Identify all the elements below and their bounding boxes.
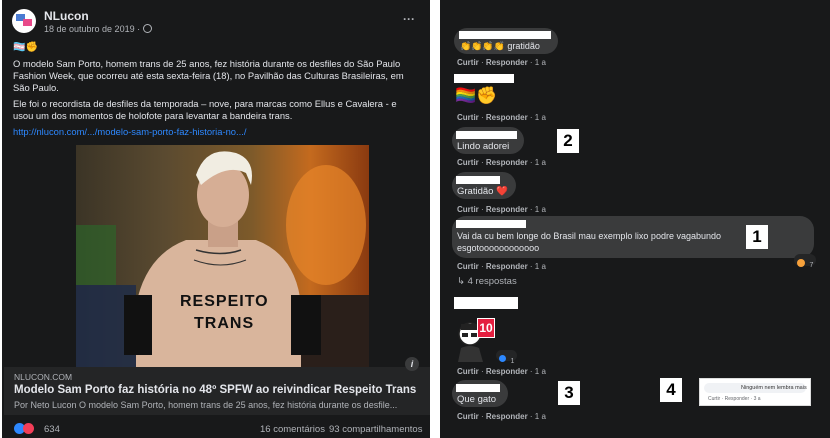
sticker-image[interactable]: 10 <box>453 316 499 362</box>
reply-action[interactable]: Responder <box>486 367 528 376</box>
like-action[interactable]: Curtir <box>457 262 479 271</box>
globe-icon <box>142 24 152 33</box>
comment-text-line1: Vai da cu bem longe do Brasil mau exempl… <box>457 231 721 241</box>
comment-actions[interactable]: Curtir · Responder · 1 a <box>457 262 546 271</box>
reaction-count: 1 <box>510 358 515 365</box>
comment-text-line2: esgotoooooooooooo <box>457 243 540 253</box>
model-photo <box>76 151 369 367</box>
redacted-name[interactable] <box>459 31 551 39</box>
reply-action[interactable]: Responder <box>486 58 528 67</box>
annotation-badge-1: 1 <box>746 225 768 249</box>
comments-count[interactable]: 16 comentários <box>260 424 325 435</box>
love-icon <box>23 423 34 434</box>
comment-actions[interactable]: Curtir · Responder · 1 a <box>457 158 546 167</box>
comment-actions[interactable]: Curtir · Responder · 1 a <box>457 205 546 214</box>
comment-time: 1 a <box>534 158 546 167</box>
page-avatar[interactable] <box>12 9 36 33</box>
comment-actions[interactable]: Curtir · Responder · 1 a <box>457 412 546 421</box>
facebook-post: NLucon 18 de outubro de 2019 · ··· 🏳️‍⚧️… <box>2 0 430 438</box>
redacted-name[interactable] <box>456 131 517 139</box>
inset-comment-text: Ninguém nem lembra mais <box>741 385 807 391</box>
view-replies-link[interactable]: ↳ 4 respostas <box>457 276 517 287</box>
flag-emojis: 🏳️‍⚧️✊ <box>13 42 38 53</box>
reply-action[interactable]: Responder <box>486 205 528 214</box>
comment-time: 1 a <box>534 113 546 122</box>
comment-time: 1 a <box>534 262 546 271</box>
image-text-line1: RESPEITO <box>180 293 269 310</box>
post-paragraph-1: O modelo Sam Porto, homem trans de 25 an… <box>13 58 404 93</box>
reply-action[interactable]: Responder <box>486 158 528 167</box>
comment-time: 1 a <box>534 205 546 214</box>
comment-time: 1 a <box>534 367 546 376</box>
comment-emojis: 🏳️‍🌈✊ <box>455 86 498 105</box>
comment-reactions[interactable]: 1 <box>496 350 518 365</box>
comment-actions[interactable]: Curtir · Responder · 1 a <box>457 367 546 376</box>
post-paragraph-2: Ele foi o recordista de desfiles da temp… <box>13 98 397 121</box>
post-link[interactable]: http://nlucon.com/.../modelo-sam-porto-f… <box>13 126 246 137</box>
like-action[interactable]: Curtir <box>457 58 479 67</box>
comment-actions[interactable]: Curtir · Responder · 1 a <box>457 58 546 67</box>
reply-arrow-icon: ↳ <box>457 276 468 287</box>
reactions-count[interactable]: 634 <box>44 424 60 435</box>
inset-comment-screenshot: Ninguém nem lembra mais Curtir · Respond… <box>699 378 811 406</box>
comment-time: 1 a <box>534 58 546 67</box>
reaction-count: 7 <box>809 262 814 269</box>
comment-reactions[interactable]: 7 <box>794 254 817 269</box>
comment-actions[interactable]: Curtir · Responder · 1 a <box>457 113 546 122</box>
image-text-line2: TRANS <box>194 315 255 332</box>
reaction-icons[interactable] <box>14 423 40 435</box>
redacted-name[interactable] <box>454 297 518 309</box>
like-action[interactable]: Curtir <box>457 367 479 376</box>
shares-count[interactable]: 93 compartilhamentos <box>329 424 422 435</box>
annotation-badge-2: 2 <box>557 129 579 153</box>
like-icon <box>499 355 506 363</box>
link-preview[interactable]: NLUCON.COM Modelo Sam Porto faz história… <box>4 357 430 415</box>
like-action[interactable]: Curtir <box>457 113 479 122</box>
comment-text: Gratidão ❤️ <box>457 186 508 197</box>
like-action[interactable]: Curtir <box>457 158 479 167</box>
sticker-number: 10 <box>477 318 495 338</box>
reply-action[interactable]: Responder <box>486 262 528 271</box>
like-action[interactable]: Curtir <box>457 412 479 421</box>
redacted-name[interactable] <box>456 220 526 228</box>
comment-time: 1 a <box>534 412 546 421</box>
info-icon[interactable]: i <box>405 357 419 371</box>
comment-text: Lindo adorei <box>457 141 510 152</box>
annotation-badge-4: 4 <box>660 378 682 402</box>
link-title[interactable]: Modelo Sam Porto faz história no 48º SPF… <box>14 384 416 396</box>
link-domain: NLUCON.COM <box>14 372 73 382</box>
post-date[interactable]: 18 de outubro de 2019 · <box>44 24 152 34</box>
redacted-name[interactable] <box>456 384 500 392</box>
annotation-badge-3: 3 <box>558 381 580 405</box>
reply-action[interactable]: Responder <box>486 412 528 421</box>
replies-count[interactable]: 4 respostas <box>468 276 517 287</box>
page-name[interactable]: NLucon <box>44 9 89 23</box>
like-action[interactable]: Curtir <box>457 205 479 214</box>
more-options-button[interactable]: ··· <box>403 12 415 26</box>
comments-panel: 👏👏👏👏 gratidão Curtir · Responder · 1 a 🏳… <box>440 0 830 438</box>
redacted-name[interactable] <box>454 74 514 83</box>
inset-comment-actions: Curtir · Responder · 3 a <box>708 396 761 402</box>
comment-text: Que gato <box>457 394 497 405</box>
angry-icon <box>797 258 805 267</box>
reply-action[interactable]: Responder <box>486 113 528 122</box>
comment-text: 👏👏👏👏 gratidão <box>460 41 540 51</box>
redacted-name[interactable] <box>456 176 500 184</box>
link-description: Por Neto Lucon O modelo Sam Porto, homem… <box>14 400 398 410</box>
post-date-text[interactable]: 18 de outubro de 2019 · <box>44 24 143 34</box>
post-image[interactable]: RESPEITO TRANS <box>76 145 369 367</box>
